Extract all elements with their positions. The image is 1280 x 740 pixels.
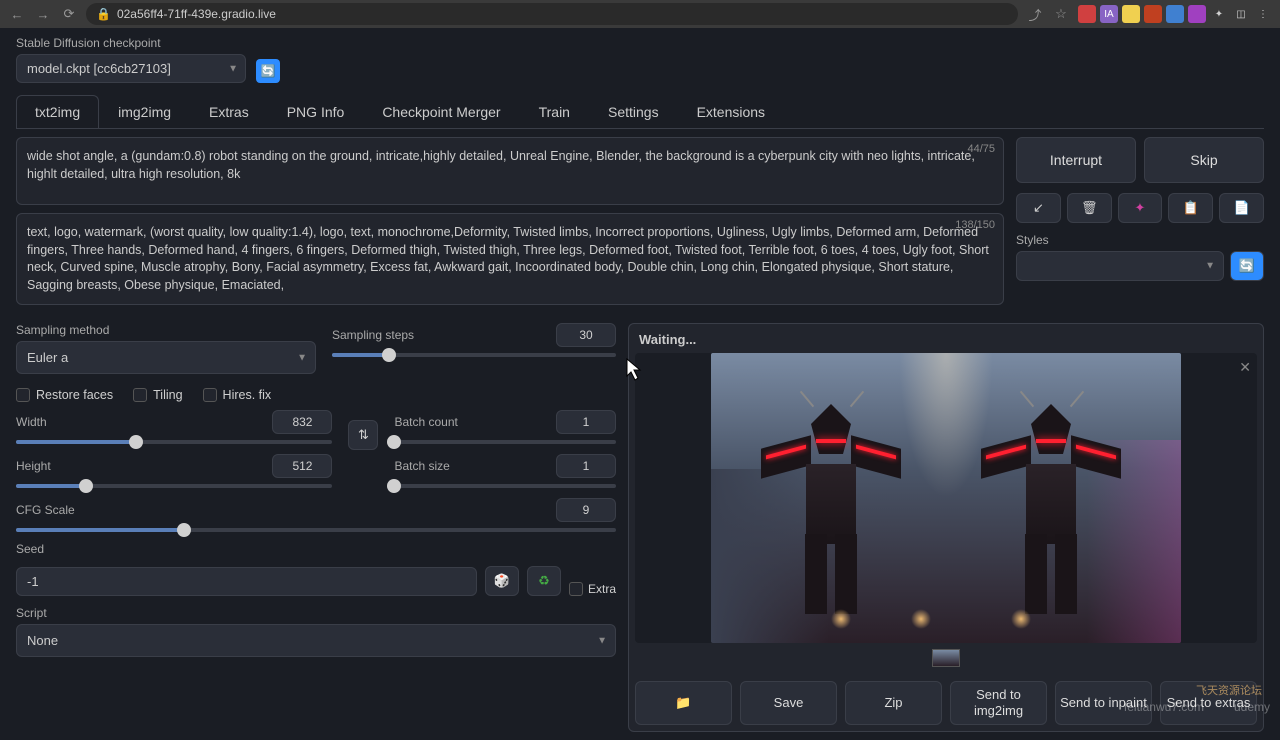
seed-input[interactable]: -1 bbox=[16, 567, 477, 596]
arrow-tool-button[interactable]: ↙ bbox=[1016, 193, 1061, 223]
sampling-method-select[interactable]: Euler a ▼ bbox=[16, 341, 316, 374]
styles-select[interactable]: ▼ bbox=[1016, 251, 1224, 281]
panel-icon[interactable]: ◫ bbox=[1232, 5, 1250, 23]
sampling-method-label: Sampling method bbox=[16, 323, 316, 337]
menu-icon[interactable]: ⋮ bbox=[1254, 5, 1272, 23]
save-button[interactable]: Save bbox=[740, 681, 837, 725]
forward-button[interactable]: → bbox=[34, 5, 52, 23]
height-slider[interactable] bbox=[16, 484, 332, 488]
batch-count-slider[interactable] bbox=[394, 440, 616, 444]
hires-fix-checkbox[interactable]: Hires. fix bbox=[203, 388, 272, 402]
script-select[interactable]: None ▼ bbox=[16, 624, 616, 657]
url-bar[interactable]: 🔒 02a56ff4-71ff-439e.gradio.live bbox=[86, 3, 1018, 25]
status-text: Waiting... bbox=[635, 330, 1257, 349]
width-value[interactable]: 832 bbox=[272, 410, 332, 434]
back-button[interactable]: ← bbox=[8, 5, 26, 23]
width-slider[interactable] bbox=[16, 440, 332, 444]
extension-icons: IA ✦ ◫ ⋮ bbox=[1078, 5, 1272, 23]
output-gallery[interactable]: ✕ bbox=[635, 353, 1257, 643]
open-folder-button[interactable]: 📁 bbox=[635, 681, 732, 725]
batch-count-value[interactable]: 1 bbox=[556, 410, 616, 434]
script-label: Script bbox=[16, 606, 616, 620]
batch-size-value[interactable]: 1 bbox=[556, 454, 616, 478]
ext-icon[interactable] bbox=[1078, 5, 1096, 23]
generated-image[interactable] bbox=[711, 353, 1181, 643]
reuse-seed-button[interactable]: ♻ bbox=[527, 566, 561, 596]
height-label: Height bbox=[16, 459, 51, 473]
tiling-checkbox[interactable]: Tiling bbox=[133, 388, 182, 402]
batch-size-label: Batch size bbox=[394, 459, 449, 473]
negative-counter: 138/150 bbox=[955, 218, 995, 233]
skip-button[interactable]: Skip bbox=[1144, 137, 1264, 183]
sampling-steps-label: Sampling steps bbox=[332, 328, 414, 342]
seed-label: Seed bbox=[16, 542, 616, 556]
restore-faces-checkbox[interactable]: Restore faces bbox=[16, 388, 113, 402]
random-seed-button[interactable]: 🎲 bbox=[485, 566, 519, 596]
star-icon[interactable]: ☆ bbox=[1052, 5, 1070, 23]
sampling-steps-value[interactable]: 30 bbox=[556, 323, 616, 347]
tab-settings[interactable]: Settings bbox=[589, 95, 678, 128]
cfg-scale-slider[interactable] bbox=[16, 528, 616, 532]
chevron-down-icon: ▼ bbox=[1205, 261, 1215, 272]
checkpoint-select[interactable]: model.ckpt [cc6cb27103] bbox=[16, 54, 246, 83]
reload-button[interactable]: ⟳ bbox=[60, 5, 78, 23]
ext-icon[interactable] bbox=[1166, 5, 1184, 23]
main-tabs: txt2imgimg2imgExtrasPNG InfoCheckpoint M… bbox=[16, 95, 1264, 129]
clear-tool-button[interactable]: 🗑 bbox=[1067, 193, 1112, 223]
height-value[interactable]: 512 bbox=[272, 454, 332, 478]
tab-extras[interactable]: Extras bbox=[190, 95, 268, 128]
chevron-down-icon: ▼ bbox=[228, 63, 238, 74]
interrupt-button[interactable]: Interrupt bbox=[1016, 137, 1136, 183]
zip-button[interactable]: Zip bbox=[845, 681, 942, 725]
watermark: feitianwu7.comudemy bbox=[1124, 700, 1270, 714]
seed-extra-checkbox[interactable]: Extra bbox=[569, 582, 616, 596]
apply-style-button[interactable]: 🔄 bbox=[1230, 251, 1264, 281]
tab-img2img[interactable]: img2img bbox=[99, 95, 190, 128]
url-text: 02a56ff4-71ff-439e.gradio.live bbox=[117, 7, 276, 21]
share-icon[interactable]: ⤴ bbox=[1026, 5, 1044, 23]
ext-icon[interactable] bbox=[1188, 5, 1206, 23]
width-label: Width bbox=[16, 415, 47, 429]
style-tool-button[interactable]: ✦ bbox=[1118, 193, 1163, 223]
paste-tool-button[interactable]: 📄 bbox=[1219, 193, 1264, 223]
send-to-img2img-button[interactable]: Send to img2img bbox=[950, 681, 1047, 725]
prompt-textarea[interactable]: 44/75 wide shot angle, a (gundam:0.8) ro… bbox=[16, 137, 1004, 205]
batch-size-slider[interactable] bbox=[394, 484, 616, 488]
close-icon[interactable]: ✕ bbox=[1239, 359, 1251, 376]
prompt-counter: 44/75 bbox=[967, 142, 995, 157]
gallery-thumbnail[interactable] bbox=[932, 649, 960, 667]
negative-prompt-textarea[interactable]: 138/150 text, logo, watermark, (worst qu… bbox=[16, 213, 1004, 305]
chevron-down-icon: ▼ bbox=[297, 352, 307, 363]
ext-icon[interactable]: IA bbox=[1100, 5, 1118, 23]
browser-chrome: ← → ⟳ 🔒 02a56ff4-71ff-439e.gradio.live ⤴… bbox=[0, 0, 1280, 28]
checkpoint-label: Stable Diffusion checkpoint bbox=[16, 36, 246, 50]
puzzle-icon[interactable]: ✦ bbox=[1210, 5, 1228, 23]
swap-dimensions-button[interactable]: ⇅ bbox=[348, 420, 378, 450]
chevron-down-icon: ▼ bbox=[597, 635, 607, 646]
tab-train[interactable]: Train bbox=[520, 95, 589, 128]
ext-icon[interactable] bbox=[1144, 5, 1162, 23]
tab-png-info[interactable]: PNG Info bbox=[268, 95, 364, 128]
cfg-scale-label: CFG Scale bbox=[16, 503, 75, 517]
tab-extensions[interactable]: Extensions bbox=[678, 95, 784, 128]
ext-icon[interactable] bbox=[1122, 5, 1140, 23]
tab-checkpoint-merger[interactable]: Checkpoint Merger bbox=[363, 95, 519, 128]
lock-icon: 🔒 bbox=[96, 7, 111, 21]
refresh-checkpoint-button[interactable]: 🔄 bbox=[256, 59, 280, 83]
cfg-scale-value[interactable]: 9 bbox=[556, 498, 616, 522]
sampling-steps-slider[interactable] bbox=[332, 353, 616, 357]
output-panel: Waiting... ✕ 📁 Save Zip Send to img2img … bbox=[628, 323, 1264, 732]
tab-txt2img[interactable]: txt2img bbox=[16, 95, 99, 128]
watermark: 飞天资源论坛 bbox=[1196, 682, 1262, 698]
batch-count-label: Batch count bbox=[394, 415, 457, 429]
clipboard-tool-button[interactable]: 📋 bbox=[1168, 193, 1213, 223]
styles-label: Styles bbox=[1016, 233, 1264, 247]
